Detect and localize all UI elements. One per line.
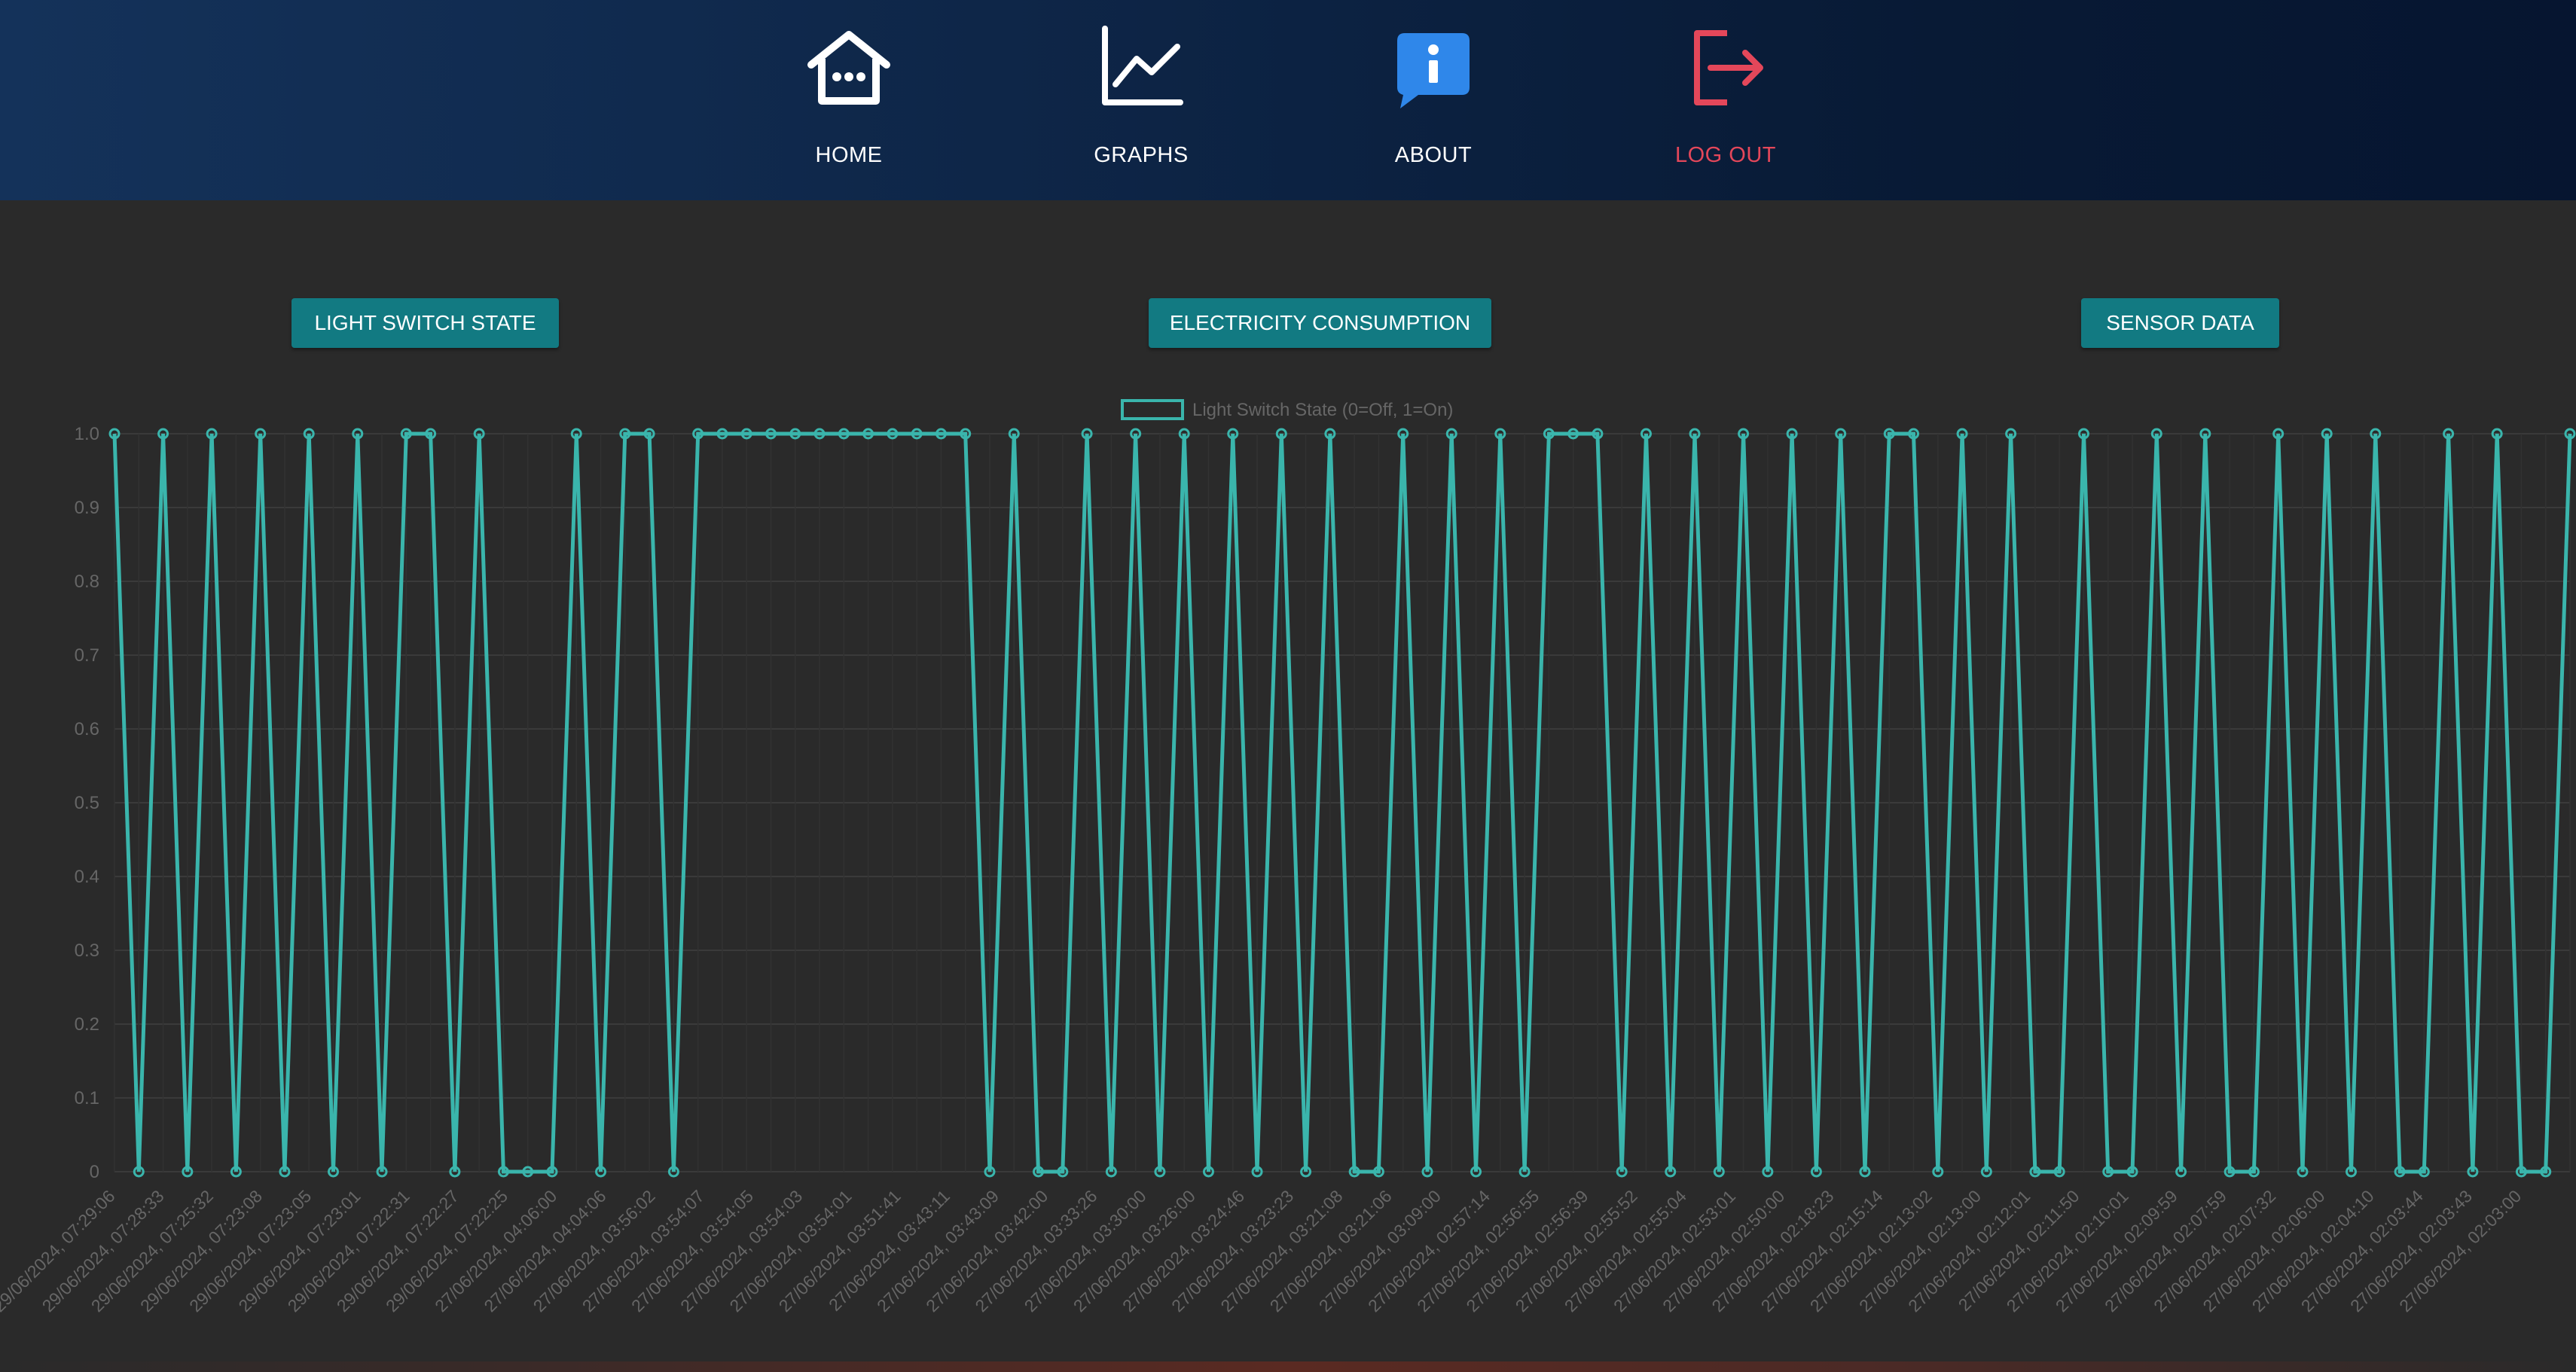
y-tick-label: 0.4 [75, 867, 99, 887]
y-tick-label: 0.5 [75, 793, 99, 813]
x-axis: 29/06/2024, 07:29:0629/06/2024, 07:28:33… [0, 1186, 2525, 1316]
y-tick-label: 0.7 [75, 645, 99, 666]
nav-graphs[interactable]: GRAPHS [1058, 23, 1224, 173]
sensor-data-button[interactable]: SENSOR DATA [2081, 298, 2279, 348]
electricity-consumption-button[interactable]: ELECTRICITY CONSUMPTION [1149, 298, 1491, 348]
light-switch-chart: 1.0 0.9 0.8 0.7 0.6 0.5 0.4 0.3 0.2 0.1 0 29/06/20… [0, 399, 2576, 1316]
y-axis: 1.0 0.9 0.8 0.7 0.6 0.5 0.4 0.3 0.2 0.1 0 [75, 424, 99, 1182]
nav-about-label: ABOUT [1394, 143, 1473, 167]
chart-legend[interactable]: Light Switch State (0=Off, 1=On) [1121, 399, 1453, 420]
legend-swatch [1121, 399, 1184, 420]
house-icon [807, 31, 890, 105]
bottom-edge [0, 1361, 2576, 1372]
y-tick-label: 0.8 [75, 572, 99, 592]
y-tick-label: 0.3 [75, 941, 99, 961]
legend-label: Light Switch State (0=Off, 1=On) [1192, 400, 1453, 420]
y-tick-label: 0.6 [75, 719, 99, 739]
y-tick-label: 0.2 [75, 1014, 99, 1035]
y-tick-label: 1.0 [75, 424, 99, 444]
nav-logout[interactable]: LOG OUT [1643, 23, 1808, 173]
top-navigation-bar: HOME GRAPHS ABOUT LOG OUT [0, 0, 2576, 200]
line-chart-icon [1102, 26, 1183, 105]
nav-home-label: HOME [815, 143, 883, 167]
light-switch-state-button[interactable]: LIGHT SWITCH STATE [291, 298, 559, 348]
nav-home[interactable]: HOME [766, 23, 932, 173]
nav-graphs-label: GRAPHS [1094, 143, 1189, 167]
nav-about[interactable]: ABOUT [1351, 23, 1516, 173]
logout-icon [1694, 30, 1763, 105]
y-tick-label: 0 [90, 1162, 99, 1182]
y-tick-label: 0.9 [75, 498, 99, 518]
nav-logout-label: LOG OUT [1674, 143, 1776, 167]
y-tick-label: 0.1 [75, 1088, 99, 1108]
info-bubble-icon [1397, 33, 1470, 108]
